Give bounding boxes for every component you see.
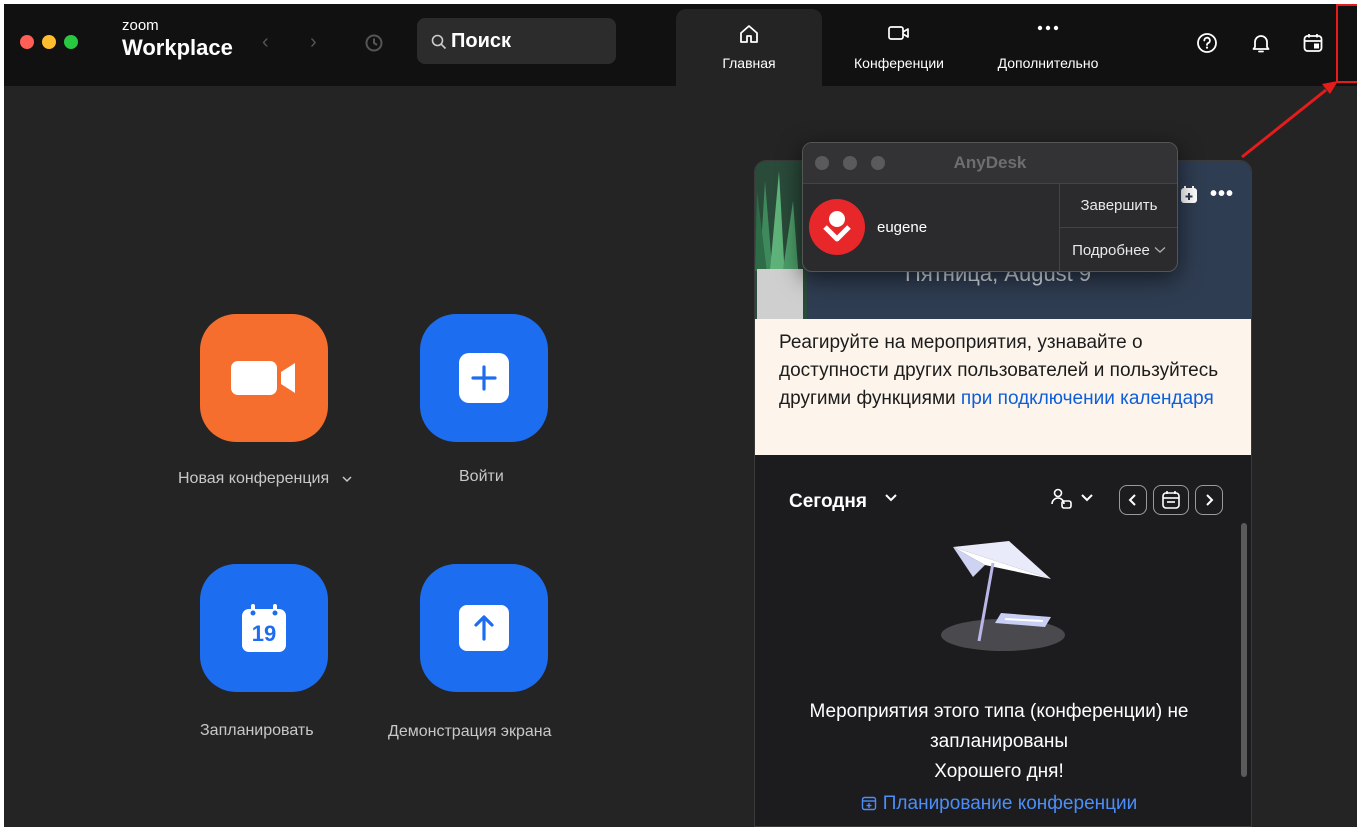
schedule-meeting-link[interactable]: Планирование конференции (755, 793, 1243, 815)
calendar-picker-button[interactable] (1153, 485, 1189, 515)
panel-more-icon[interactable]: ••• (1210, 183, 1234, 206)
day-nav-row: Сегодня (755, 455, 1251, 525)
prev-day-button[interactable] (1119, 485, 1147, 515)
search-placeholder: Поиск (451, 30, 512, 52)
search-input[interactable]: Поиск (417, 18, 616, 64)
close-window-button[interactable] (20, 35, 34, 49)
anydesk-actions: Завершить Подробнее (1059, 183, 1177, 271)
tab-meetings[interactable]: Конференции (834, 9, 964, 86)
chevron-down-icon (1154, 246, 1166, 253)
calendar-plus-icon (861, 796, 876, 811)
beach-umbrella-illustration (941, 541, 1065, 651)
tab-more-label: Дополнительно (997, 55, 1099, 71)
connect-calendar-link[interactable]: при подключении календаря (961, 388, 1214, 409)
zoom-window: zoom Workplace ‹ › Поиск Главная Конфере… (4, 4, 1357, 827)
share-screen-button[interactable] (420, 564, 548, 692)
plus-icon (459, 353, 509, 403)
video-camera-icon (231, 361, 295, 395)
bell-icon[interactable] (1250, 32, 1272, 59)
empty-state-message: Мероприятия этого типа (конференции) не … (755, 697, 1243, 787)
chevron-down-icon (1081, 494, 1093, 502)
calendar-icon (1162, 491, 1180, 509)
chevron-down-icon (885, 494, 897, 502)
tab-more[interactable]: Дополнительно (980, 9, 1116, 86)
empty-line-3: Хорошего дня! (934, 761, 1064, 782)
people-filter-icon[interactable] (1051, 487, 1073, 511)
search-icon (431, 34, 447, 50)
anydesk-avatar-icon (809, 199, 865, 255)
details-label: Подробнее (1072, 241, 1150, 259)
tab-home-label: Главная (722, 55, 776, 71)
join-label[interactable]: Войти (459, 468, 504, 486)
new-meeting-button[interactable] (200, 314, 328, 442)
add-calendar-icon[interactable] (1179, 185, 1199, 205)
anydesk-title-bar: AnyDesk (803, 143, 1177, 184)
zoom-window-button[interactable] (64, 35, 78, 49)
end-session-button[interactable]: Завершить (1060, 183, 1177, 228)
brand-workplace: Workplace (122, 35, 233, 60)
title-bar: zoom Workplace ‹ › Поиск Главная Конфере… (4, 4, 1357, 86)
brand-zoom: zoom (122, 17, 159, 34)
share-screen-label[interactable]: Демонстрация экрана (388, 723, 552, 741)
new-meeting-label[interactable]: Новая конференция (178, 470, 352, 488)
share-arrow-icon (459, 605, 509, 651)
join-button[interactable] (420, 314, 548, 442)
plant-illustration (755, 161, 807, 319)
home-icon (676, 23, 822, 47)
schedule-button[interactable]: 19 (200, 564, 328, 692)
tab-home[interactable]: Главная (676, 9, 822, 86)
tab-meetings-label: Конференции (854, 55, 944, 71)
minimize-window-button[interactable] (42, 35, 56, 49)
video-icon (834, 23, 964, 47)
empty-line-2: запланированы (929, 731, 1069, 752)
new-meeting-text: Новая конференция (178, 470, 330, 487)
calendar-panel-icon[interactable] (1302, 32, 1324, 59)
today-dropdown[interactable]: Сегодня (789, 491, 867, 513)
help-icon[interactable] (1196, 32, 1218, 59)
calendar-notice: Реагируйте на мероприятия, узнавайте о д… (755, 319, 1251, 455)
chevron-down-icon (342, 476, 352, 483)
calendar-day: 19 (251, 621, 277, 646)
back-button[interactable]: ‹ (262, 32, 269, 52)
anydesk-popup: AnyDesk eugene Завершить Подробнее (802, 142, 1178, 272)
history-icon[interactable] (364, 33, 384, 58)
forward-button[interactable]: › (310, 32, 317, 52)
anydesk-user-name: eugene (877, 219, 928, 236)
chevron-right-icon (1206, 494, 1214, 506)
chevron-left-icon (1128, 494, 1136, 506)
schedule-label[interactable]: Запланировать (200, 722, 314, 740)
details-button[interactable]: Подробнее (1060, 228, 1177, 271)
next-day-button[interactable] (1195, 485, 1223, 515)
empty-line-1: Мероприятия этого типа (конференции) не (809, 701, 1189, 722)
more-icon (980, 23, 1116, 47)
annotation-highlight-box (1336, 4, 1357, 83)
anydesk-title: AnyDesk (953, 153, 1027, 172)
schedule-link-text: Планирование конференции (882, 793, 1138, 814)
calendar-icon: 19 (241, 603, 287, 653)
